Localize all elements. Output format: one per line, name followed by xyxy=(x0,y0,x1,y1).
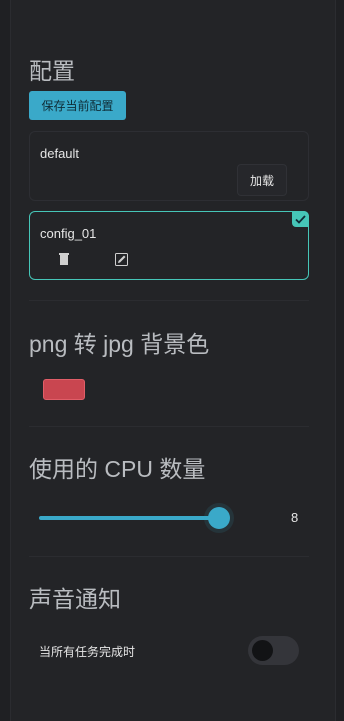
background-color-swatch[interactable] xyxy=(43,379,85,400)
check-icon xyxy=(292,211,309,227)
toggle-label: 当所有任务完成时 xyxy=(39,645,136,659)
png-to-jpg-title: png 转 jpg 背景色 xyxy=(29,331,210,357)
config-item-name: config_01 xyxy=(40,226,97,241)
cpu-slider-track[interactable] xyxy=(39,516,219,520)
section-divider xyxy=(29,556,309,557)
toggle-knob xyxy=(252,640,273,661)
edit-icon[interactable] xyxy=(114,252,128,266)
load-config-button[interactable]: 加载 xyxy=(237,164,287,196)
cpu-count-value: 8 xyxy=(291,510,299,525)
config-title: 配置 xyxy=(29,58,75,84)
section-divider xyxy=(29,426,309,427)
section-divider xyxy=(29,300,309,301)
sound-notify-title: 声音通知 xyxy=(29,586,121,612)
cpu-slider-thumb[interactable] xyxy=(208,507,230,529)
save-config-button[interactable]: 保存当前配置 xyxy=(29,91,126,120)
config-item-name: default xyxy=(40,146,80,161)
cpu-count-title: 使用的 CPU 数量 xyxy=(29,456,206,482)
config-item-default[interactable]: default 加载 xyxy=(29,131,309,201)
config-item-config01[interactable]: config_01 xyxy=(29,211,309,280)
delete-icon[interactable] xyxy=(58,252,70,266)
sound-toggle[interactable] xyxy=(248,636,299,665)
